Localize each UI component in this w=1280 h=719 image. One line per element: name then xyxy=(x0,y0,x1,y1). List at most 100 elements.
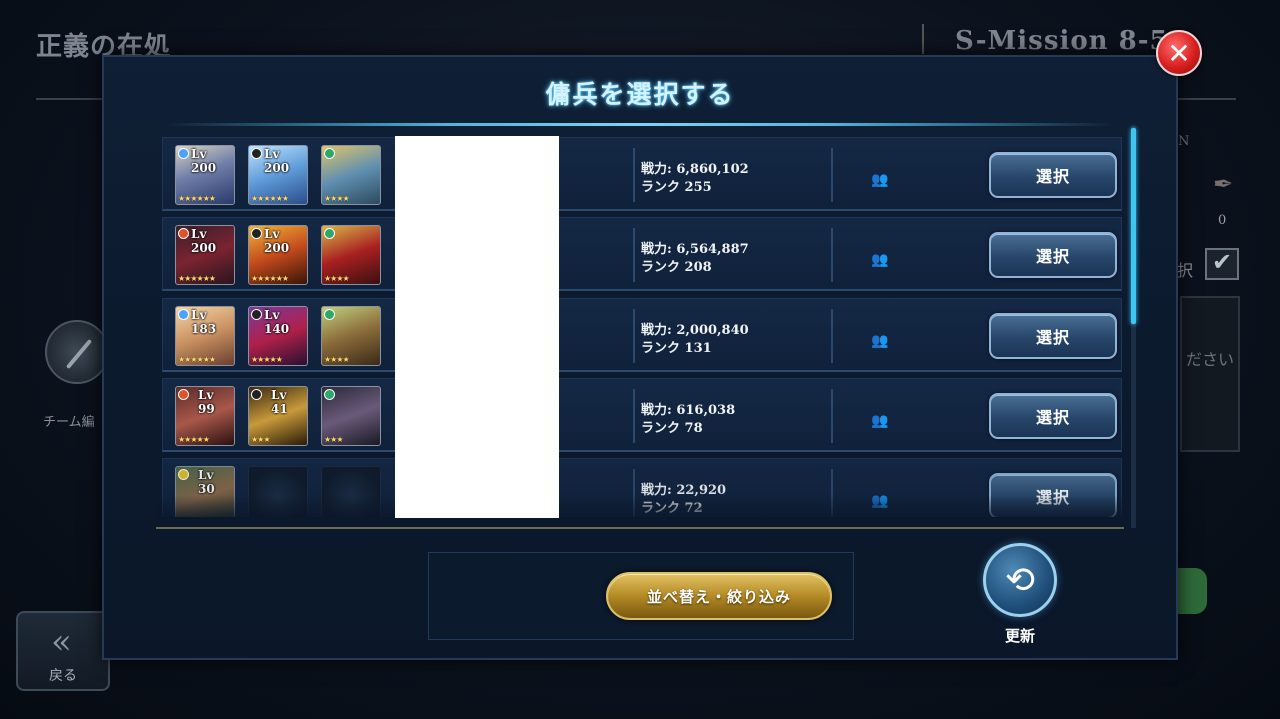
element-icon xyxy=(324,389,335,400)
team-edit-button[interactable] xyxy=(45,320,109,384)
mercenary-row: Lv 200 ★★★★★★ Lv 200 ★★★★★★ ★★★★ 戦力: 6,8… xyxy=(162,137,1122,211)
element-icon xyxy=(324,228,335,239)
friend-icon: 👥 xyxy=(871,252,889,268)
star-rating: ★★★★ xyxy=(324,194,350,203)
friend-icon: 👥 xyxy=(871,493,889,509)
element-icon xyxy=(178,389,189,400)
mercenary-row: Lv 99 ★★★★★ Lv 41 ★★★ ★★★ 戦力: 616,038 ラン… xyxy=(162,378,1122,452)
dialog-title: 傭兵を選択する xyxy=(545,80,735,109)
level-label: Lv 200 xyxy=(264,147,290,175)
combat-power: 戦力: 6,564,887 xyxy=(641,242,749,257)
accessory-thumbnail: ★★★★ xyxy=(321,306,381,366)
back-arrow-icon: « xyxy=(51,622,72,662)
level-label: Lv 99 xyxy=(198,388,215,416)
star-rating: ★★★★★ xyxy=(251,355,283,364)
combat-power: 戦力: 6,860,102 xyxy=(641,162,749,177)
row-divider xyxy=(633,228,635,282)
mercenary-row: Lv 183 ★★★★★★ Lv 140 ★★★★★ ★★★★ 戦力: 2,00… xyxy=(162,298,1122,372)
friend-icon: 👥 xyxy=(871,172,889,188)
level-label: Lv 183 xyxy=(191,308,217,336)
refresh-icon: ⟲ xyxy=(1004,559,1036,601)
close-icon: ✕ xyxy=(1167,36,1191,70)
mercenary-list[interactable]: Lv 200 ★★★★★★ Lv 200 ★★★★★★ ★★★★ 戦力: 6,8… xyxy=(158,134,1130,517)
back-label: 戻る xyxy=(49,668,77,684)
element-icon xyxy=(178,309,189,320)
friend-icon: 👥 xyxy=(871,333,889,349)
empty-slot xyxy=(321,466,381,517)
weapon-thumbnail: Lv 140 ★★★★★ xyxy=(248,306,308,366)
star-rating: ★★★★★★ xyxy=(178,274,216,283)
star-rating: ★★★★★ xyxy=(178,435,210,444)
emblem-divider xyxy=(922,24,932,54)
accessory-thumbnail: ★★★★ xyxy=(321,145,381,205)
row-divider xyxy=(831,148,833,202)
row-divider xyxy=(831,389,833,443)
star-rating: ★★★★★★ xyxy=(178,355,216,364)
star-rating: ★★★★★★ xyxy=(178,194,216,203)
row-divider xyxy=(831,309,833,363)
select-button[interactable]: 選択 xyxy=(989,232,1117,278)
row-divider xyxy=(633,469,635,517)
player-rank: ランク 255 xyxy=(641,180,712,195)
character-thumbnail: Lv 99 ★★★★★ xyxy=(175,386,235,446)
refresh-button[interactable]: ⟲ xyxy=(983,543,1057,617)
element-icon xyxy=(251,309,262,320)
right-count: 0 xyxy=(1218,213,1227,228)
combat-power: 戦力: 616,038 xyxy=(641,403,736,418)
combat-power: 戦力: 2,000,840 xyxy=(641,323,749,338)
back-button[interactable]: « 戻る xyxy=(16,611,110,691)
select-button[interactable]: 選択 xyxy=(989,393,1117,439)
list-bottom-border xyxy=(156,527,1124,529)
close-button[interactable]: ✕ xyxy=(1156,30,1202,76)
level-label: Lv 41 xyxy=(271,388,288,416)
select-button[interactable]: 選択 xyxy=(989,473,1117,517)
level-label: Lv 200 xyxy=(191,147,217,175)
element-icon xyxy=(178,228,189,239)
player-rank: ランク 78 xyxy=(641,421,703,436)
right-header-letter: N xyxy=(1178,134,1190,149)
row-divider xyxy=(633,148,635,202)
empty-slot xyxy=(248,466,308,517)
right-panel-text: ださい xyxy=(1186,350,1235,369)
element-icon xyxy=(324,148,335,159)
level-label: Lv 30 xyxy=(198,468,215,496)
star-rating: ★★★ xyxy=(251,435,270,444)
mercenary-row: Lv 30 ★★★★ 戦力: 22,920 ランク 72 👥 選択 xyxy=(162,458,1122,517)
element-icon xyxy=(251,389,262,400)
player-rank: ランク 208 xyxy=(641,260,712,275)
accessory-thumbnail: ★★★ xyxy=(321,386,381,446)
character-thumbnail: Lv 200 ★★★★★★ xyxy=(175,225,235,285)
feather-icon: ✒ xyxy=(1213,170,1234,198)
star-rating: ★★★★ xyxy=(324,355,350,364)
select-checkbox[interactable] xyxy=(1205,248,1239,280)
right-select-label: 択 xyxy=(1177,261,1194,280)
scrollbar-thumb[interactable] xyxy=(1131,128,1136,324)
select-button[interactable]: 選択 xyxy=(989,313,1117,359)
mercenary-row: Lv 200 ★★★★★★ Lv 200 ★★★★★★ ★★★★ 戦力: 6,5… xyxy=(162,217,1122,291)
row-divider xyxy=(633,309,635,363)
title-underline xyxy=(164,123,1116,126)
sort-filter-button[interactable]: 並べ替え・絞り込み xyxy=(606,572,832,620)
character-thumbnail: Lv 183 ★★★★★★ xyxy=(175,306,235,366)
team-edit-label: チーム編 xyxy=(43,415,95,430)
element-icon xyxy=(178,469,189,480)
star-rating: ★★★★★★ xyxy=(251,274,289,283)
friend-icon: 👥 xyxy=(871,413,889,429)
right-info-panel xyxy=(1180,296,1240,452)
element-icon xyxy=(324,309,335,320)
weapon-thumbnail: Lv 41 ★★★ xyxy=(248,386,308,446)
accessory-thumbnail: ★★★★ xyxy=(321,225,381,285)
element-icon xyxy=(178,148,189,159)
weapon-thumbnail: Lv 200 ★★★★★★ xyxy=(248,145,308,205)
element-icon xyxy=(251,148,262,159)
level-label: Lv 200 xyxy=(264,227,290,255)
character-thumbnail: Lv 30 ★★★★ xyxy=(175,466,235,517)
star-rating: ★★★★ xyxy=(324,274,350,283)
mission-label: S-Mission 8-5 xyxy=(955,26,1169,56)
refresh-label: 更新 xyxy=(1004,627,1035,645)
redacted-names-block xyxy=(395,136,559,518)
select-button[interactable]: 選択 xyxy=(989,152,1117,198)
combat-power: 戦力: 22,920 xyxy=(641,483,727,498)
row-divider xyxy=(831,469,833,517)
start-button-edge[interactable] xyxy=(1175,568,1207,614)
